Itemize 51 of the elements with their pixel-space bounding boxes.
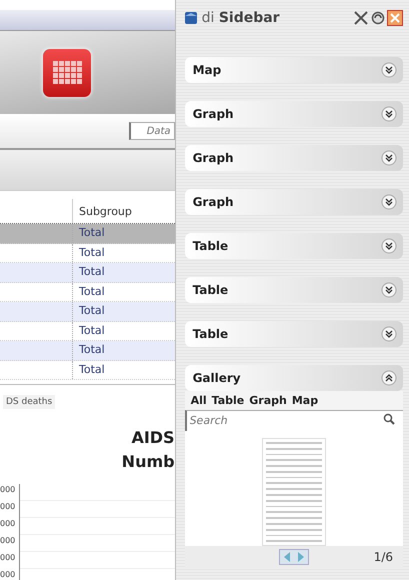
panel-header[interactable]: Table: [184, 233, 403, 259]
search-icon[interactable]: [383, 413, 395, 425]
axis-label: 000: [0, 535, 16, 546]
panel-header[interactable]: Gallery: [184, 365, 403, 391]
expand-icon[interactable]: [381, 62, 397, 78]
expand-icon[interactable]: [381, 150, 397, 166]
search-field[interactable]: Search: [184, 410, 403, 430]
collapse-icon[interactable]: [381, 370, 397, 386]
grid-icon[interactable]: [43, 48, 91, 97]
axis-label: 000: [0, 518, 16, 530]
table-row[interactable]: Total: [0, 360, 175, 380]
expand-icon[interactable]: [381, 238, 397, 254]
axis-label: 000: [0, 484, 16, 496]
page-counter: 1/6: [374, 550, 393, 564]
table-thumbnail[interactable]: [262, 438, 326, 546]
panel-header[interactable]: Graph: [184, 145, 403, 171]
chart-tab[interactable]: DS deaths: [3, 395, 56, 410]
filter-link[interactable]: Table: [212, 394, 244, 407]
search-field[interactable]: Data: [128, 122, 175, 140]
panel-title: Table: [192, 327, 228, 341]
filter-link[interactable]: Map: [292, 394, 318, 407]
panel-title: Graph: [192, 107, 234, 121]
table-row[interactable]: Total: [0, 341, 175, 361]
axis-label: 000: [0, 569, 16, 580]
close-icon[interactable]: [387, 10, 403, 26]
expand-icon[interactable]: [381, 326, 397, 342]
panel-header[interactable]: Graph: [184, 101, 403, 127]
filter-link[interactable]: All: [190, 394, 207, 407]
panel-title: Gallery: [192, 371, 241, 385]
panel-title: Graph: [192, 195, 234, 209]
expand-icon[interactable]: [381, 106, 397, 122]
panel-title: Table: [192, 283, 228, 297]
filter-link[interactable]: Graph: [249, 394, 287, 407]
panel-title: Graph: [192, 151, 234, 165]
table-row[interactable]: Total: [0, 263, 175, 283]
expand-icon[interactable]: [381, 282, 397, 298]
panel-header[interactable]: Table: [184, 321, 403, 347]
panel-header[interactable]: Graph: [184, 189, 403, 215]
axis-label: 000: [0, 552, 16, 564]
table-row[interactable]: Total: [0, 302, 175, 322]
axis-label: 000: [0, 501, 16, 512]
chart-title: Numb: [122, 451, 175, 474]
expand-icon[interactable]: [381, 194, 397, 210]
panel-header[interactable]: Table: [184, 277, 403, 303]
panel-title: Map: [192, 63, 222, 77]
sidebar-title: di Sidebar: [202, 10, 280, 26]
panel-title: Table: [192, 239, 228, 253]
cube-icon: [184, 11, 198, 25]
chart-title: AIDS: [131, 427, 175, 450]
panel-header[interactable]: Map: [184, 57, 403, 83]
table-row[interactable]: Total: [0, 224, 175, 244]
